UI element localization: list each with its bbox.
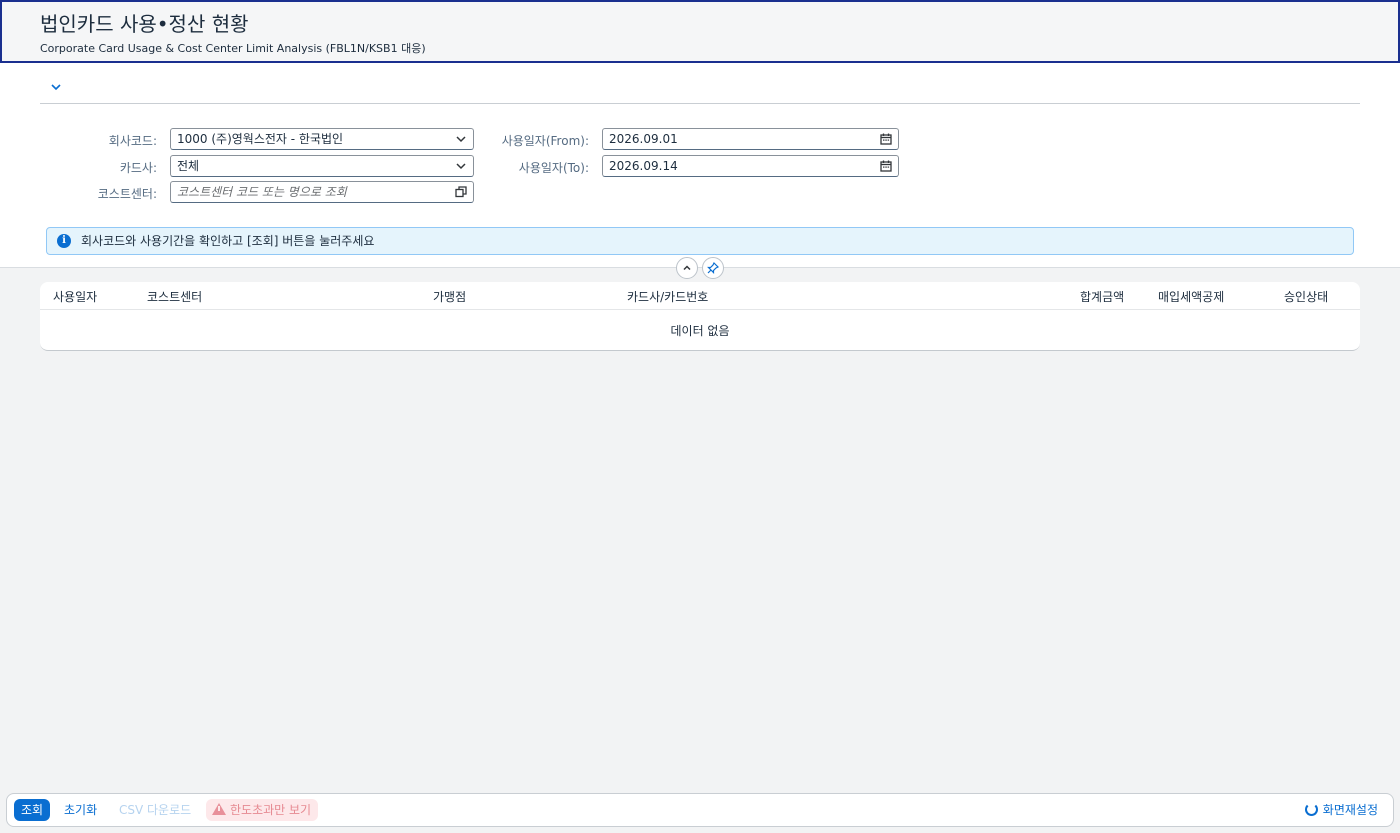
page-subtitle: Corporate Card Usage & Cost Center Limit… xyxy=(40,42,426,55)
chevron-down-icon[interactable] xyxy=(48,81,64,97)
date-from-label: 사용일자(From): xyxy=(501,134,589,148)
column-header[interactable]: 승인상태 xyxy=(1284,288,1328,305)
search-button[interactable]: 조회 xyxy=(14,799,51,821)
date-to-input[interactable]: 2026.09.14 xyxy=(602,155,899,177)
calendar-icon[interactable] xyxy=(879,156,893,176)
column-header[interactable]: 매입세액공제 xyxy=(1158,288,1224,305)
date-from-input[interactable]: 2026.09.01 xyxy=(602,128,899,150)
card-company-label: 카드사: xyxy=(119,161,157,175)
pin-icon xyxy=(707,261,720,277)
pin-header-button[interactable] xyxy=(702,257,724,279)
column-header[interactable]: 가맹점 xyxy=(433,288,466,305)
card-company-select[interactable]: 전체 xyxy=(170,155,474,177)
info-message-text: 회사코드와 사용기간을 확인하고 [조회] 버튼을 눌러주세요 xyxy=(81,234,375,248)
info-icon: i xyxy=(57,234,71,248)
info-message-strip: i 회사코드와 사용기간을 확인하고 [조회] 버튼을 눌러주세요 xyxy=(46,227,1354,255)
warning-icon-mark xyxy=(218,806,220,811)
card-usage-table: 사용일자 코스트센터 가맹점 카드사/카드번호 합계금액 매입세액공제 승인상태… xyxy=(40,282,1360,351)
screen-reset-button[interactable]: 화면재설정 xyxy=(1301,799,1385,821)
csv-download-button[interactable]: CSV 다운로드 xyxy=(112,799,198,821)
refresh-icon xyxy=(1304,803,1318,816)
cost-center-input[interactable]: 코스트센터 코드 또는 명으로 조회 xyxy=(170,181,474,203)
over-limit-filter-button[interactable]: 한도초과만 보기 xyxy=(206,799,319,821)
cost-center-placeholder: 코스트센터 코드 또는 명으로 조회 xyxy=(177,185,347,199)
filter-bar: 회사코드: 1000 (주)영웍스전자 - 한국법인 카드사: 전체 코스트센터… xyxy=(0,63,1400,268)
page-title: 법인카드 사용•정산 현황 xyxy=(40,12,249,36)
over-limit-label: 한도초과만 보기 xyxy=(230,803,312,817)
column-header[interactable]: 카드사/카드번호 xyxy=(627,288,708,305)
company-code-label: 회사코드: xyxy=(108,134,157,148)
table-header: 사용일자 코스트센터 가맹점 카드사/카드번호 합계금액 매입세액공제 승인상태 xyxy=(40,282,1360,310)
collapse-header-button[interactable] xyxy=(676,257,698,279)
chevron-up-icon xyxy=(682,265,692,276)
date-from-value: 2026.09.01 xyxy=(609,132,678,146)
company-code-select[interactable]: 1000 (주)영웍스전자 - 한국법인 xyxy=(170,128,474,150)
column-header[interactable]: 사용일자 xyxy=(53,288,97,305)
cost-center-label: 코스트센터: xyxy=(97,187,157,201)
value-help-icon[interactable] xyxy=(454,182,468,202)
empty-table-text: 데이터 없음 xyxy=(670,324,730,338)
card-company-value: 전체 xyxy=(177,159,200,173)
date-to-value: 2026.09.14 xyxy=(609,159,678,173)
column-header[interactable]: 합계금액 xyxy=(1080,288,1124,305)
date-to-label: 사용일자(To): xyxy=(518,161,589,175)
company-code-value: 1000 (주)영웍스전자 - 한국법인 xyxy=(177,132,344,146)
footer-toolbar: 조회 초기화 CSV 다운로드 한도초과만 보기 화면재설정 xyxy=(6,793,1394,827)
calendar-icon[interactable] xyxy=(879,129,893,149)
screen-reset-label: 화면재설정 xyxy=(1322,803,1378,817)
reset-button[interactable]: 초기화 xyxy=(57,799,104,821)
column-header[interactable]: 코스트센터 xyxy=(147,288,202,305)
filter-toggle-row xyxy=(40,77,1360,104)
page-header: 법인카드 사용•정산 현황 Corporate Card Usage & Cos… xyxy=(0,0,1400,63)
